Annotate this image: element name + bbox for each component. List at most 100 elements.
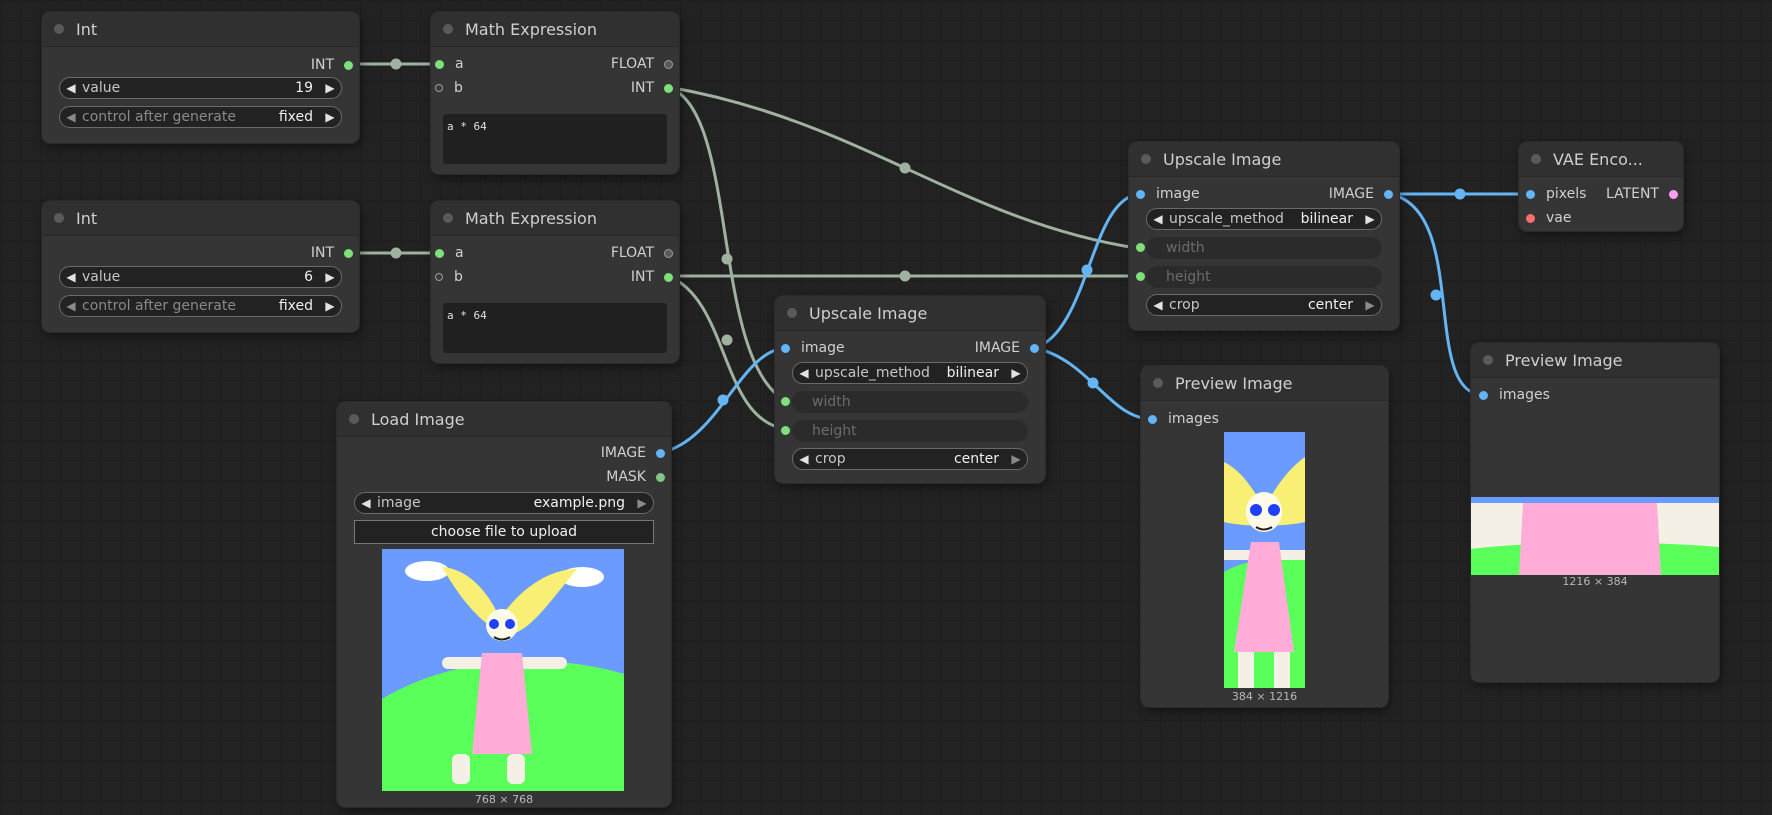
output-dot-icon[interactable] (344, 248, 353, 258)
node-title-bar[interactable]: Upscale Image (775, 296, 1045, 331)
input-images[interactable]: images (1479, 385, 1550, 405)
next-option-icon[interactable]: ▶ (1005, 452, 1027, 466)
increment-arrow-icon[interactable]: ▶ (319, 270, 341, 284)
prev-option-icon[interactable]: ◀ (1147, 212, 1169, 226)
upload-button[interactable]: choose file to upload (354, 520, 654, 544)
output-dot-icon[interactable] (664, 83, 673, 93)
input-dot-icon[interactable] (435, 248, 444, 258)
output-dot-icon[interactable] (1030, 343, 1039, 353)
input-dot-icon[interactable] (1136, 189, 1145, 199)
next-option-icon[interactable]: ▶ (319, 110, 341, 124)
output-latent[interactable]: LATENT (1606, 184, 1678, 204)
widget-value[interactable]: bilinear (947, 365, 1005, 381)
widget-value[interactable]: 6 (304, 269, 319, 285)
collapse-dot-icon[interactable] (54, 24, 64, 34)
collapse-dot-icon[interactable] (349, 414, 359, 424)
image-select-widget[interactable]: ◀ image example.png ▶ (354, 492, 654, 514)
prev-option-icon[interactable]: ◀ (60, 110, 82, 124)
output-int[interactable]: INT (631, 267, 673, 287)
input-pixels[interactable]: pixels (1526, 184, 1586, 204)
collapse-dot-icon[interactable] (1141, 154, 1151, 164)
input-dot-icon[interactable] (781, 425, 790, 435)
control-after-generate-widget[interactable]: ◀ control after generate fixed ▶ (59, 295, 342, 317)
decrement-arrow-icon[interactable]: ◀ (60, 81, 82, 95)
node-title-bar[interactable]: Int (42, 201, 359, 236)
input-dot-icon[interactable] (1479, 390, 1488, 400)
expression-textarea[interactable]: a * 64 (443, 114, 667, 164)
upscale-image-node-2[interactable]: Upscale Image image IMAGE ◀ upscale_meth… (1129, 142, 1399, 330)
collapse-dot-icon[interactable] (443, 213, 453, 223)
prev-option-icon[interactable]: ◀ (1147, 298, 1169, 312)
upscale-method-widget[interactable]: ◀ upscale_method bilinear ▶ (1146, 208, 1382, 230)
math-expression-node-2[interactable]: Math Expression a b FLOAT INT a * 64 (431, 201, 679, 363)
input-dot-icon[interactable] (435, 84, 443, 92)
node-title-bar[interactable]: Load Image (337, 402, 671, 437)
output-float[interactable]: FLOAT (611, 54, 673, 74)
input-images[interactable]: images (1148, 409, 1219, 429)
output-int[interactable]: INT (631, 78, 673, 98)
output-dot-icon[interactable] (1384, 189, 1393, 199)
widget-value[interactable]: fixed (279, 109, 319, 125)
input-dot-icon[interactable] (1526, 213, 1535, 223)
output-int[interactable]: INT (311, 55, 353, 75)
widget-value[interactable]: center (954, 451, 1005, 467)
node-title-bar[interactable]: Math Expression (431, 12, 679, 47)
widget-value[interactable]: bilinear (1301, 211, 1359, 227)
next-option-icon[interactable]: ▶ (1359, 298, 1381, 312)
output-dot-icon[interactable] (664, 248, 673, 258)
output-dot-icon[interactable] (656, 472, 665, 482)
output-image[interactable]: IMAGE (601, 443, 665, 463)
prev-option-icon[interactable]: ◀ (60, 299, 82, 313)
input-dot-icon[interactable] (1526, 189, 1535, 199)
decrement-arrow-icon[interactable]: ◀ (60, 270, 82, 284)
value-widget[interactable]: ◀ value 19 ▶ (59, 77, 342, 99)
widget-value[interactable]: fixed (279, 298, 319, 314)
collapse-dot-icon[interactable] (1153, 378, 1163, 388)
output-dot-icon[interactable] (1669, 189, 1678, 199)
next-option-icon[interactable]: ▶ (319, 299, 341, 313)
output-dot-icon[interactable] (664, 272, 673, 282)
widget-value[interactable]: center (1308, 297, 1359, 313)
expression-textarea[interactable]: a * 64 (443, 303, 667, 353)
input-image[interactable]: image (1136, 184, 1200, 204)
widget-value[interactable]: 19 (295, 80, 319, 96)
widget-value[interactable]: example.png (534, 495, 631, 511)
upscale-image-node-1[interactable]: Upscale Image image IMAGE ◀ upscale_meth… (775, 296, 1045, 483)
node-title-bar[interactable]: Preview Image (1141, 366, 1388, 401)
input-vae[interactable]: vae (1526, 208, 1571, 228)
output-mask[interactable]: MASK (606, 467, 665, 487)
prev-option-icon[interactable]: ◀ (793, 366, 815, 380)
input-dot-icon[interactable] (1148, 414, 1157, 424)
collapse-dot-icon[interactable] (1531, 154, 1541, 164)
input-image[interactable]: image (781, 338, 845, 358)
upscale-method-widget[interactable]: ◀ upscale_method bilinear ▶ (792, 362, 1028, 384)
value-widget[interactable]: ◀ value 6 ▶ (59, 266, 342, 288)
vae-encode-node[interactable]: VAE Enco... pixels vae LATENT (1519, 142, 1683, 231)
node-title-bar[interactable]: VAE Enco... (1519, 142, 1683, 177)
next-option-icon[interactable]: ▶ (1005, 366, 1027, 380)
input-b[interactable]: b (435, 78, 463, 98)
int-node-1[interactable]: Int INT ◀ value 19 ▶ ◀ control after gen… (42, 12, 359, 143)
input-a[interactable]: a (435, 54, 464, 74)
input-b[interactable]: b (435, 267, 463, 287)
output-float[interactable]: FLOAT (611, 243, 673, 263)
next-option-icon[interactable]: ▶ (631, 496, 653, 510)
increment-arrow-icon[interactable]: ▶ (319, 81, 341, 95)
node-title-bar[interactable]: Upscale Image (1129, 142, 1399, 177)
output-image[interactable]: IMAGE (1329, 184, 1393, 204)
collapse-dot-icon[interactable] (787, 308, 797, 318)
prev-option-icon[interactable]: ◀ (355, 496, 377, 510)
next-option-icon[interactable]: ▶ (1359, 212, 1381, 226)
collapse-dot-icon[interactable] (54, 213, 64, 223)
input-dot-icon[interactable] (1136, 242, 1145, 252)
output-dot-icon[interactable] (656, 448, 665, 458)
width-widget-converted[interactable]: width (1146, 237, 1382, 259)
collapse-dot-icon[interactable] (443, 24, 453, 34)
load-image-node[interactable]: Load Image IMAGE MASK ◀ image example.pn… (337, 402, 671, 807)
node-title-bar[interactable]: Int (42, 12, 359, 47)
preview-image-node-2[interactable]: Preview Image images 1216 × 384 (1471, 343, 1719, 682)
input-dot-icon[interactable] (1136, 271, 1145, 281)
crop-widget[interactable]: ◀ crop center ▶ (792, 448, 1028, 470)
crop-widget[interactable]: ◀ crop center ▶ (1146, 294, 1382, 316)
height-widget-converted[interactable]: height (1146, 266, 1382, 288)
